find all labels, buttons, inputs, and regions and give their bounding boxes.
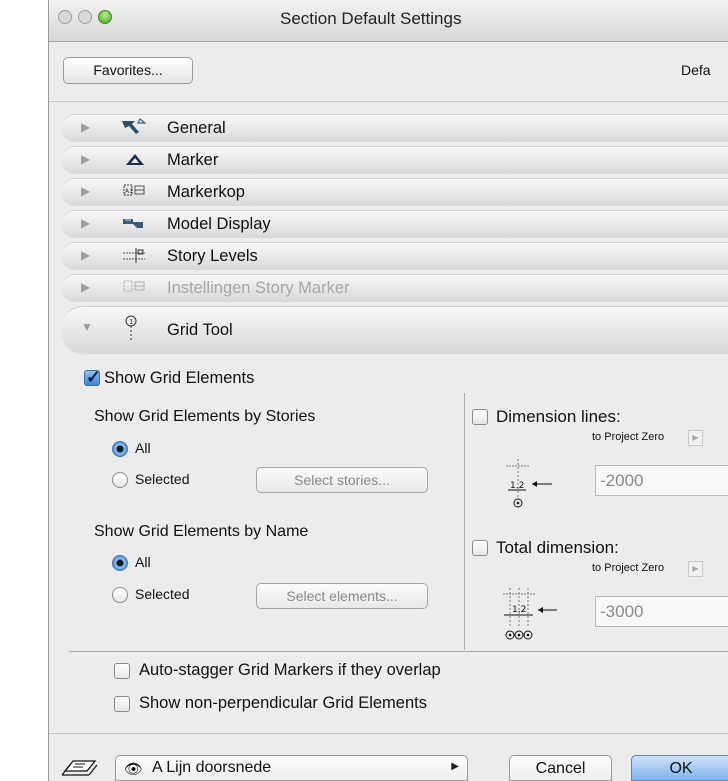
ok-button[interactable]: OK	[631, 755, 728, 781]
column-divider	[464, 393, 465, 650]
stories-selected-radio[interactable]	[112, 472, 128, 488]
panel-label: Instellingen Story Marker	[167, 279, 350, 297]
panel-instellingen-story-marker[interactable]: ▶ Instellingen Story Marker	[61, 274, 728, 302]
eye-icon: 👁	[124, 761, 144, 778]
disclosure-triangle-icon[interactable]: ▶	[81, 152, 90, 166]
panel-label: General	[167, 119, 226, 137]
name-selected-radio[interactable]	[112, 587, 128, 603]
stories-selected-label: Selected	[135, 471, 190, 487]
reference-popup-arrow-icon[interactable]: ▶	[688, 561, 703, 577]
disclosure-triangle-expanded-icon[interactable]: ▼	[81, 320, 93, 334]
general-icon	[122, 118, 147, 134]
svg-text:A1: A1	[125, 188, 133, 195]
panel-markerkop[interactable]: ▶ A1 Markerkop	[61, 178, 728, 206]
disclosure-triangle-icon[interactable]: ▶	[81, 216, 90, 230]
panel-story-levels[interactable]: ▶ Story Levels	[61, 242, 728, 270]
section-divider	[69, 651, 728, 652]
cancel-button[interactable]: Cancel	[509, 755, 612, 781]
svg-text:1: 1	[129, 318, 133, 326]
select-stories-button[interactable]: Select stories...	[256, 467, 428, 493]
panel-general[interactable]: ▶ General	[61, 114, 728, 142]
header-divider	[49, 101, 728, 102]
dimension-lines-value-field[interactable]: -2000	[595, 465, 728, 496]
layer-popup-label: A Lijn doorsnede	[152, 759, 272, 776]
stories-all-label: All	[135, 440, 151, 456]
name-all-radio[interactable]	[112, 555, 128, 571]
disclosure-triangle-icon[interactable]: ▶	[81, 248, 90, 262]
non-perpendicular-label: Show non-perpendicular Grid Elements	[139, 694, 427, 712]
markerkop-icon: A1	[123, 184, 145, 196]
layer-popup[interactable]: 👁 A Lijn doorsnede ▶	[115, 755, 468, 781]
reference-popup-arrow-icon[interactable]: ▶	[688, 430, 703, 446]
by-stories-heading: Show Grid Elements by Stories	[94, 408, 316, 425]
dimension-lines-reference: to Project Zero	[592, 431, 665, 443]
stories-all-radio[interactable]	[112, 441, 128, 457]
select-elements-button[interactable]: Select elements...	[256, 583, 428, 609]
show-grid-elements-label: Show Grid Elements	[104, 369, 255, 387]
favorites-button[interactable]: Favorites...	[63, 57, 193, 84]
panel-grid-tool[interactable]: ▼ 1 Grid Tool	[61, 306, 728, 354]
name-selected-label: Selected	[135, 586, 190, 602]
disclosure-triangle-icon[interactable]: ▶	[81, 184, 90, 198]
auto-stagger-label: Auto-stagger Grid Markers if they overla…	[139, 661, 441, 679]
auto-stagger-checkbox[interactable]	[114, 663, 130, 679]
total-dimension-reference: to Project Zero	[592, 562, 665, 574]
story-levels-icon	[123, 248, 145, 263]
grid-tool-icon: 1	[125, 315, 137, 341]
panel-label: Marker	[167, 151, 219, 169]
panel-label: Story Levels	[167, 247, 258, 265]
panel-label: Markerkop	[167, 183, 245, 201]
dimension-lines-label: Dimension lines:	[496, 407, 621, 426]
dimension-line-diagram-icon: 1.2	[506, 459, 552, 508]
diagram-dimension-text: 1.2	[512, 605, 526, 615]
zoom-window-button[interactable]	[98, 10, 112, 24]
disclosure-triangle-icon[interactable]: ▶	[81, 280, 90, 294]
title-bar: Section Default Settings	[49, 0, 728, 42]
name-all-label: All	[135, 554, 151, 570]
layers-icon	[61, 760, 98, 776]
total-dimension-checkbox[interactable]	[472, 540, 488, 556]
disclosure-triangle-icon[interactable]: ▶	[81, 120, 90, 134]
panel-label: Model Display	[167, 215, 271, 233]
minimize-window-button[interactable]	[78, 10, 92, 24]
close-window-button[interactable]	[58, 10, 72, 24]
total-dimension-value-field[interactable]: -3000	[595, 596, 728, 627]
total-dimension-label: Total dimension:	[496, 538, 619, 557]
panel-marker[interactable]: ▶ Marker	[61, 146, 728, 174]
panel-model-display[interactable]: ▶ Model Display	[61, 210, 728, 238]
dimension-lines-checkbox[interactable]	[472, 409, 488, 425]
defaults-label: Defa	[681, 62, 711, 78]
model-display-icon	[123, 219, 143, 228]
footer-divider	[49, 733, 728, 734]
non-perpendicular-checkbox[interactable]	[114, 696, 130, 712]
story-marker-icon	[123, 280, 145, 292]
show-grid-elements-checkbox[interactable]	[84, 367, 101, 388]
marker-triangle-icon	[126, 154, 144, 165]
by-name-heading: Show Grid Elements by Name	[94, 523, 309, 540]
section-default-settings-dialog: Section Default Settings Favorites... De…	[48, 0, 728, 781]
window-title: Section Default Settings	[280, 9, 462, 28]
popup-arrow-icon: ▶	[451, 761, 459, 772]
panel-label: Grid Tool	[167, 321, 233, 339]
total-dimension-diagram-icon: 1.2	[503, 588, 557, 640]
